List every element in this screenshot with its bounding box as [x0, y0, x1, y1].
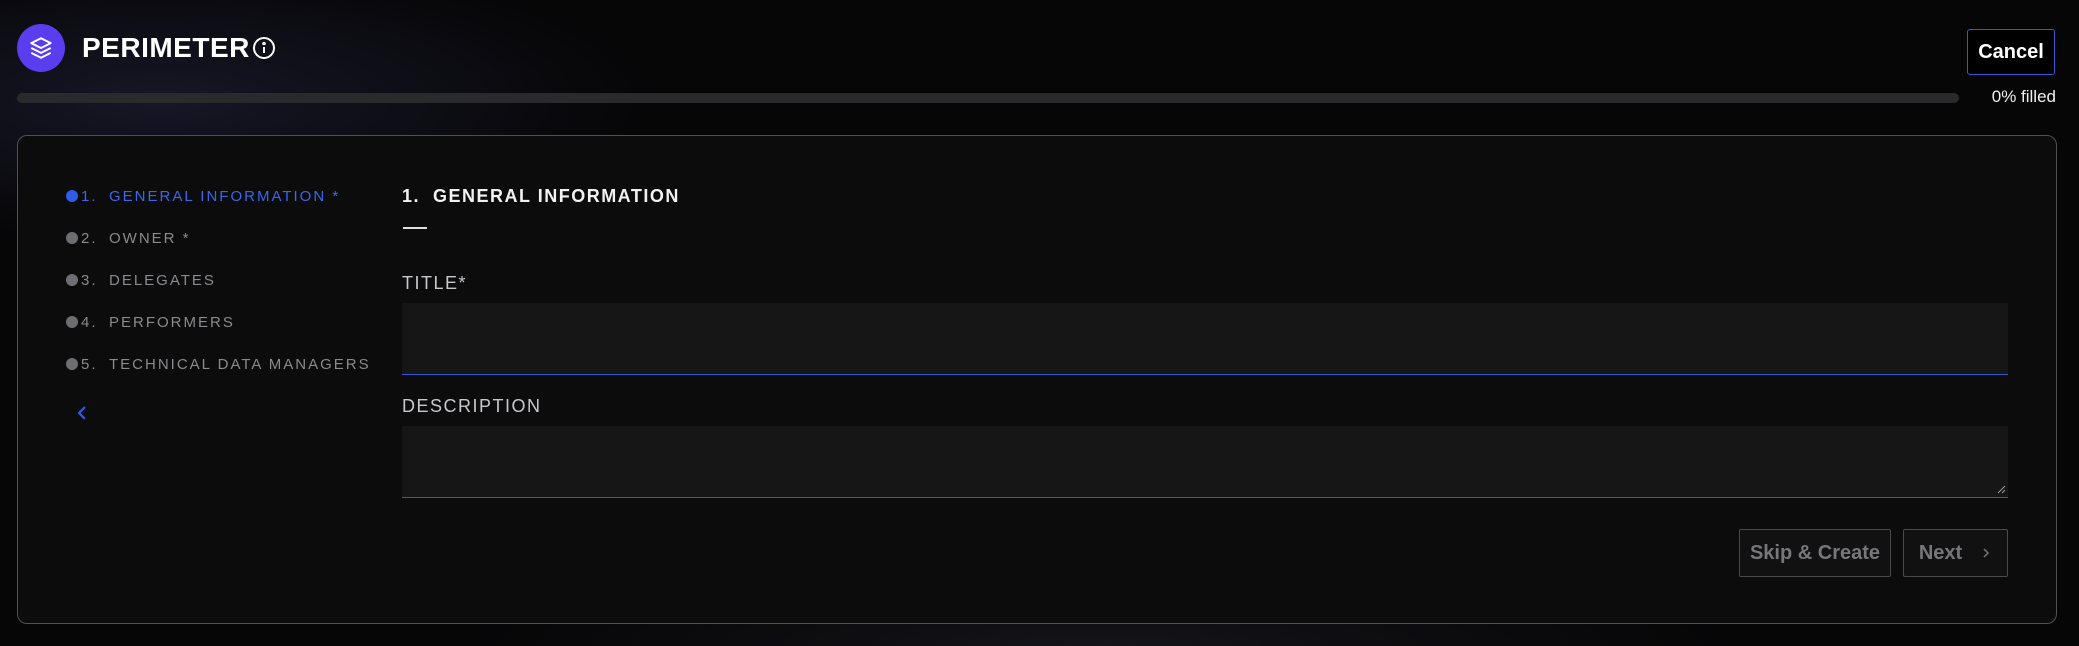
form-panel: 1. GENERAL INFORMATION * 2. OWNER * 3. D…: [17, 135, 2057, 624]
app-logo[interactable]: [17, 24, 65, 72]
header: PERIMETER Cancel 0% filled: [0, 0, 2079, 106]
step-indicator-dot: [66, 190, 78, 202]
chevron-left-icon[interactable]: [73, 404, 91, 422]
step-general-information[interactable]: 1. GENERAL INFORMATION *: [66, 188, 371, 230]
step-number: 3.: [81, 272, 98, 289]
description-textarea[interactable]: [402, 426, 2008, 498]
section-title: 1. GENERAL INFORMATION: [402, 186, 680, 206]
step-indicator-dot: [66, 274, 78, 286]
layers-icon: [30, 37, 52, 59]
title-label: TITLE*: [402, 273, 468, 293]
steps-nav: 1. GENERAL INFORMATION * 2. OWNER * 3. D…: [66, 188, 371, 398]
page: PERIMETER Cancel 0% filled 1. GENERAL IN…: [0, 0, 2079, 646]
step-technical-data-managers[interactable]: 5. TECHNICAL DATA MANAGERS: [66, 356, 371, 398]
step-number: 1.: [81, 188, 98, 205]
progress-bar: [17, 93, 1959, 103]
step-number: 5.: [81, 356, 98, 373]
step-label: DELEGATES: [109, 272, 216, 289]
section-title-underline: [403, 227, 427, 229]
step-label: TECHNICAL DATA MANAGERS: [109, 356, 371, 373]
step-number: 2.: [81, 230, 98, 247]
progress-text: 0% filled: [1991, 87, 2056, 106]
step-label: GENERAL INFORMATION *: [109, 188, 341, 205]
step-indicator-dot: [66, 316, 78, 328]
step-indicator-dot: [66, 232, 78, 244]
resize-grip-icon[interactable]: [1996, 484, 2006, 494]
next-button[interactable]: Next: [1903, 529, 2008, 577]
step-indicator-dot: [66, 358, 78, 370]
step-label: PERFORMERS: [109, 314, 235, 331]
cancel-button[interactable]: Cancel: [1967, 29, 2055, 75]
step-number: 4.: [81, 314, 98, 331]
info-icon[interactable]: [252, 36, 276, 60]
step-performers[interactable]: 4. PERFORMERS: [66, 314, 371, 356]
title-input[interactable]: [402, 303, 2008, 375]
step-owner[interactable]: 2. OWNER *: [66, 230, 371, 272]
step-delegates[interactable]: 3. DELEGATES: [66, 272, 371, 314]
next-button-label: Next: [1918, 541, 1963, 564]
step-label: OWNER *: [109, 230, 191, 247]
description-label: DESCRIPTION: [402, 396, 542, 416]
app-title: PERIMETER: [82, 32, 250, 63]
skip-and-create-button[interactable]: Skip & Create: [1739, 529, 1891, 577]
chevron-right-icon: [1983, 548, 1990, 558]
